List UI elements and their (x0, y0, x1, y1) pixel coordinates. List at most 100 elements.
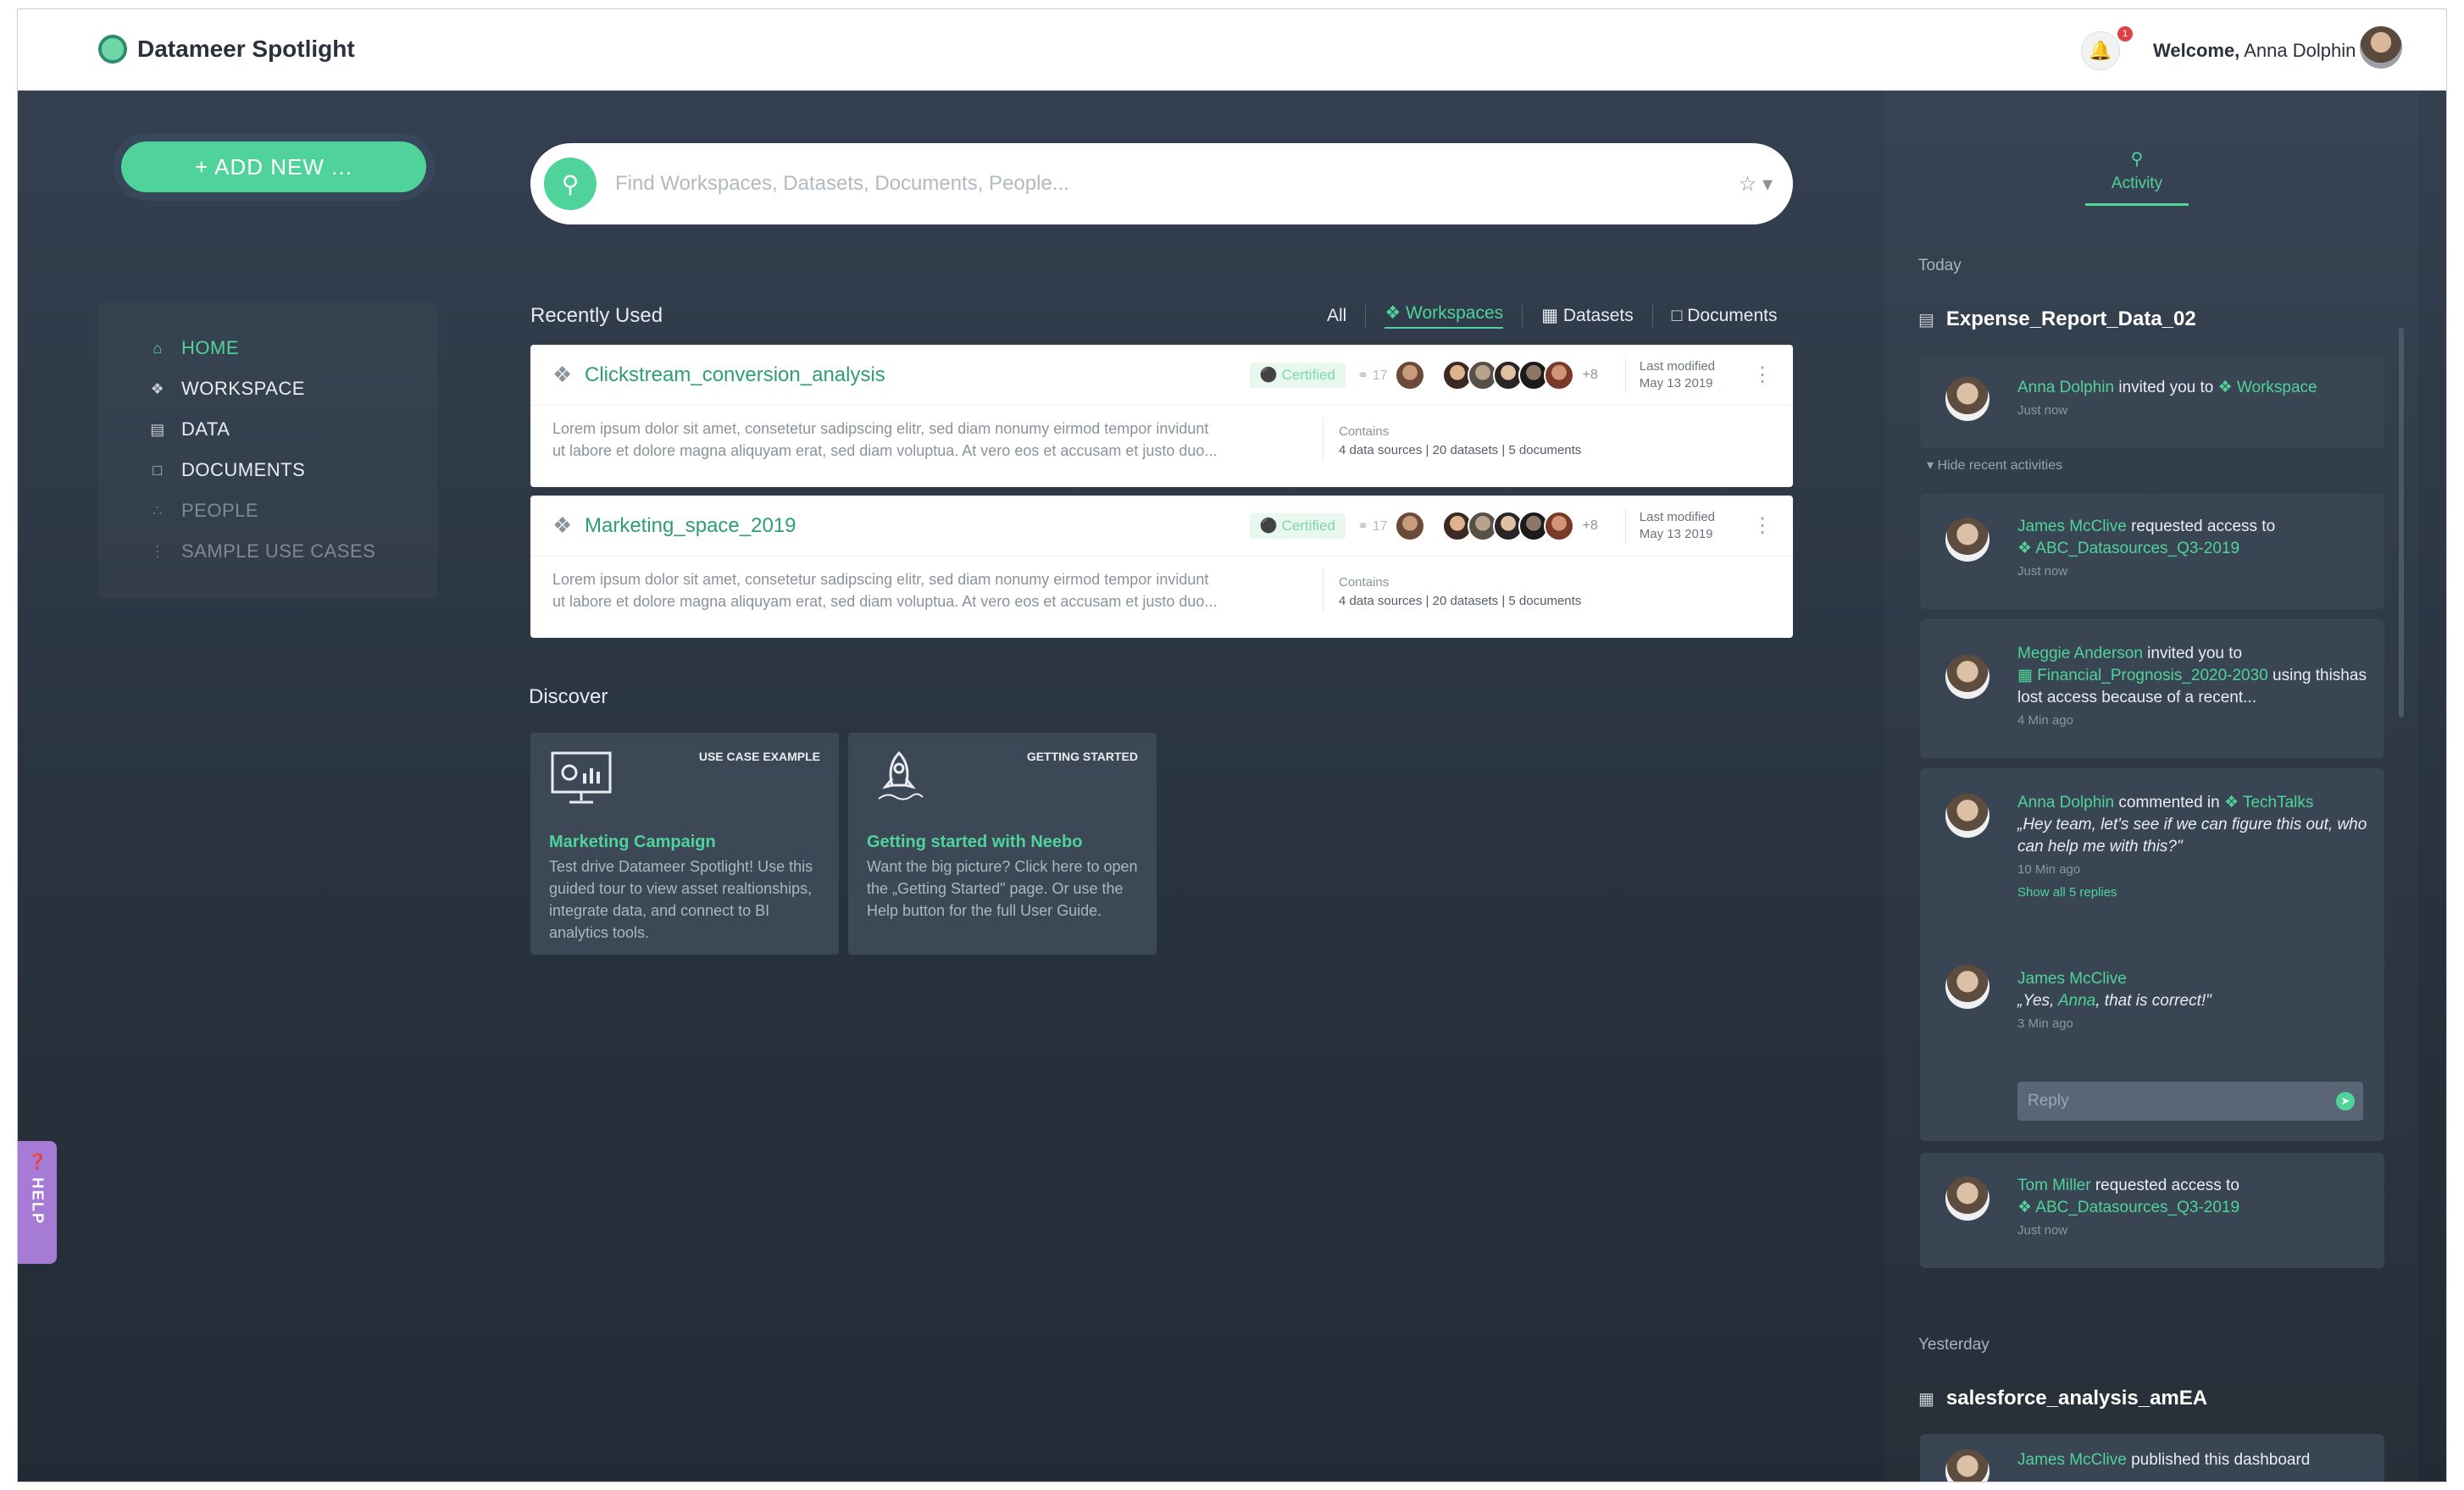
help-icon: ❓ (27, 1153, 47, 1170)
share-count: ⚭ 17 (1357, 368, 1388, 383)
sidebar-item-sample-use-cases[interactable]: ⋮ SAMPLE USE CASES (149, 531, 437, 572)
logo-icon (98, 35, 127, 64)
activity-panel: ⚲ Activity Today ▤ Expense_Report_Data_02 … (1884, 91, 2418, 1482)
main-area: + ADD NEW ... ⌂ HOME ❖ WORKSPACE ▤ DATA □ DO… (18, 91, 2446, 1482)
send-icon[interactable]: ➤ (2336, 1092, 2355, 1111)
sidebar-item-home[interactable]: ⌂ HOME (149, 328, 437, 368)
logo[interactable]: Datameer Spotlight (98, 35, 355, 64)
workspace-contents: Contains 4 data sources | 20 datasets | 5… (1339, 575, 1582, 608)
sidebar-item-label: WORKSPACE (181, 378, 305, 399)
sample-icon: ⋮ (149, 542, 166, 560)
activity-item[interactable]: Meggie Anderson invited you to ▦ Financia… (1920, 619, 2384, 758)
sidebar-item-label: HOME (181, 337, 239, 358)
more-options-icon[interactable]: ⋮ (1752, 513, 1773, 538)
activity-item[interactable]: James McClive published this dashboard (1920, 1434, 2384, 1482)
filter-workspaces[interactable]: ❖ Workspaces (1385, 302, 1504, 329)
section-yesterday: Yesterday (1918, 1336, 1990, 1354)
avatar (1394, 510, 1425, 541)
filter-all[interactable]: All (1327, 306, 1346, 326)
search-input[interactable] (615, 172, 1739, 196)
more-members: +8 (1582, 518, 1598, 533)
notification-badge: 1 (2117, 26, 2133, 42)
workspace-description: Lorem ipsum dolor sit amet, consetetur s… (552, 418, 1324, 462)
card-title: Getting started with Neebo (867, 833, 1083, 851)
search-icon[interactable]: ⚲ (544, 158, 597, 210)
dataset-link[interactable]: ▦ Financial_Prognosis_2020-2030 (2017, 667, 2268, 684)
dashboard-icon (549, 748, 613, 816)
avatar (1945, 794, 1990, 838)
sidebar-item-people[interactable]: ∴ PEOPLE (149, 490, 437, 531)
bell-icon[interactable]: 🔔 (2081, 31, 2120, 70)
activity-item[interactable]: Tom Miller requested access to ❖ ABC_Data… (1920, 1153, 2384, 1268)
pin-icon: ⚲ (2130, 150, 2144, 169)
filter-documents[interactable]: □ Documents (1672, 306, 1778, 326)
sidebar-item-data[interactable]: ▤ DATA (149, 409, 437, 450)
data-icon: ▤ (150, 420, 165, 438)
avatar (1945, 655, 1990, 699)
discover-card-use-case[interactable]: USE CASE EXAMPLE Marketing Campaign Test… (530, 733, 839, 955)
avatar (1945, 1449, 1990, 1482)
activity-item[interactable]: Anna Dolphin invited you to ❖ Workspace J… (1920, 355, 2384, 448)
last-modified: Last modified May 13 2019 (1624, 508, 1715, 543)
more-options-icon[interactable]: ⋮ (1752, 363, 1773, 387)
search-bar: ⚲ ☆ ▾ (530, 143, 1793, 224)
section-today: Today (1918, 257, 1962, 274)
welcome-text: Welcome, Anna Dolphin (2153, 40, 2356, 61)
hide-recent-toggle[interactable]: ▾ Hide recent activities (1927, 457, 2062, 474)
workspace-icon: ❖ (552, 362, 573, 387)
activity-group[interactable]: ▤ Expense_Report_Data_02 (1918, 307, 2196, 331)
tab-activity[interactable]: ⚲ Activity (2085, 148, 2189, 206)
sidebar-item-label: DOCUMENTS (181, 459, 306, 480)
recently-used-title: Recently Used (530, 304, 663, 327)
member-avatars[interactable]: +8 (1394, 359, 1598, 391)
activity-item[interactable]: James McClive requested access to ❖ ABC_D… (1920, 494, 2384, 609)
workspace-link[interactable]: ❖ Workspace (2218, 379, 2317, 396)
people-icon: ∴ (153, 501, 163, 519)
workspace-card[interactable]: ❖ Clickstream_conversion_analysis ⚫ Cert… (530, 345, 1793, 487)
dataset-icon: ▦ (1541, 306, 1563, 325)
sidebar-item-workspace[interactable]: ❖ WORKSPACE (149, 368, 437, 409)
card-text: Want the big picture? Click here to open… (867, 858, 1138, 919)
avatar (1394, 359, 1425, 391)
share-count: ⚭ 17 (1357, 518, 1388, 534)
user-avatar[interactable] (2360, 26, 2402, 69)
divider (1365, 304, 1367, 327)
workspace-contents: Contains 4 data sources | 20 datasets | 5… (1339, 424, 1582, 457)
avatar (1543, 510, 1574, 541)
star-icon[interactable]: ☆ ▾ (1739, 172, 1773, 197)
workspace-name[interactable]: Clickstream_conversion_analysis (585, 363, 1250, 387)
user-name: Anna Dolphin (2244, 40, 2356, 61)
reply-input[interactable]: Reply ➤ (2017, 1082, 2363, 1121)
dashboard-icon: ▦ (1918, 1389, 1934, 1409)
avatar (1945, 377, 1990, 421)
activity-thread[interactable]: Anna Dolphin commented in ❖ TechTalks „He… (1920, 768, 2384, 1141)
channel-link[interactable]: ❖ TechTalks (2224, 794, 2313, 811)
filter-datasets[interactable]: ▦ Datasets (1541, 305, 1634, 326)
divider (1651, 304, 1653, 327)
workspace-card[interactable]: ❖ Marketing_space_2019 ⚫ Certified ⚭ 17 … (530, 496, 1793, 638)
card-text: Test drive Datameer Spotlight! Use this … (549, 858, 813, 941)
sidebar-item-documents[interactable]: □ DOCUMENTS (149, 450, 437, 490)
workspace-icon: ❖ (1385, 303, 1407, 323)
certified-badge: ⚫ Certified (1249, 362, 1346, 388)
home-icon: ⌂ (153, 339, 163, 357)
sidebar-item-label: PEOPLE (181, 500, 259, 521)
document-icon: □ (1671, 305, 1688, 325)
divider (1522, 304, 1523, 327)
rocket-icon (867, 748, 931, 816)
app-window: Datameer Spotlight 🔔 1 Welcome, Anna Dol… (17, 8, 2447, 1482)
card-label: USE CASE EXAMPLE (698, 750, 820, 763)
activity-scrollbar[interactable] (2399, 328, 2404, 717)
datasource-link[interactable]: ❖ ABC_Datasources_Q3-2019 (2017, 538, 2369, 560)
workspace-name[interactable]: Marketing_space_2019 (585, 514, 1250, 538)
discover-card-getting-started[interactable]: GETTING STARTED Getting started with Nee… (848, 733, 1157, 955)
add-new-button[interactable]: + ADD NEW ... (121, 141, 426, 192)
show-replies-link[interactable]: Show all 5 replies (2017, 882, 2369, 904)
member-avatars[interactable]: +8 (1394, 510, 1598, 541)
dataset-icon: ▤ (1918, 310, 1934, 330)
help-tab[interactable]: ❓ HELP (18, 1141, 57, 1264)
last-modified: Last modified May 13 2019 (1624, 357, 1715, 392)
activity-group[interactable]: ▦ salesforce_analysis_amEA (1918, 1387, 2207, 1410)
help-label: HELP (29, 1177, 47, 1226)
datasource-link[interactable]: ❖ ABC_Datasources_Q3-2019 (2017, 1197, 2369, 1219)
